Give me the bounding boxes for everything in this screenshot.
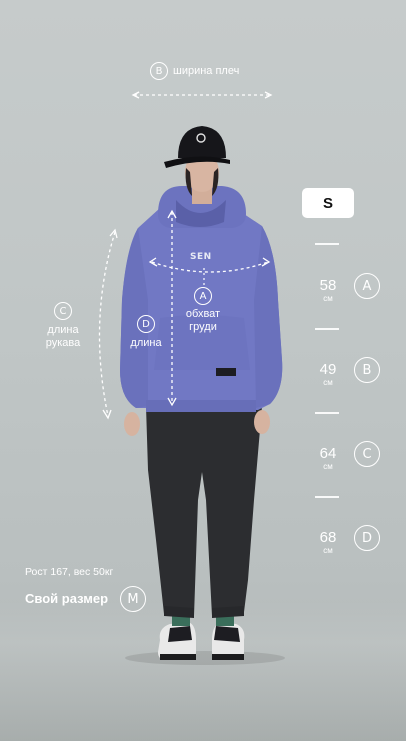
measurement-unit: см xyxy=(323,546,333,555)
measurement-unit: см xyxy=(323,378,333,387)
divider xyxy=(315,328,339,330)
own-size-button[interactable]: Свой размер xyxy=(25,591,108,606)
chest-girth-label-line2: груди xyxy=(189,321,217,333)
measurement-number: 68 xyxy=(319,529,337,546)
divider xyxy=(315,496,339,498)
model-height-weight: Рост 167, вес 50кг xyxy=(25,566,114,578)
sleeve-length-label-line1: длина xyxy=(47,324,79,336)
divider xyxy=(315,243,339,245)
measurement-d-letter-icon: D xyxy=(354,525,380,551)
shoulder-width-letter-icon: B xyxy=(150,62,168,80)
body-length-arrow xyxy=(167,209,177,407)
measurement-number: 64 xyxy=(319,445,337,462)
body-length-label: длина xyxy=(130,337,162,349)
hoodie-print-text: SEN xyxy=(190,252,212,262)
chest-girth-letter-icon: A xyxy=(194,287,212,305)
size-selector-button[interactable]: S xyxy=(302,188,354,218)
measurement-lines xyxy=(98,91,273,420)
sleeve-length-letter-icon: C xyxy=(54,302,72,320)
shoulder-width-label: ширина плеч xyxy=(173,65,240,77)
measurement-number: 49 xyxy=(319,361,337,378)
own-size-letter-icon[interactable]: M xyxy=(120,586,146,612)
measurement-b-letter-icon: B xyxy=(354,357,380,383)
measurement-unit: см xyxy=(323,462,333,471)
divider xyxy=(315,412,339,414)
measurement-c-value: 64 см xyxy=(313,445,343,472)
body-length-letter-icon: D xyxy=(137,315,155,333)
measurement-unit: см xyxy=(323,294,333,303)
measurement-c-letter-icon: C xyxy=(354,441,380,467)
measurement-a-letter-icon: A xyxy=(354,273,380,299)
sleeve-length-label-line2: рукава xyxy=(45,337,81,349)
measurement-a-value: 58 см xyxy=(313,277,343,304)
sleeve-length-arrow xyxy=(98,228,118,420)
chest-girth-label-line1: обхват xyxy=(185,308,221,320)
measurement-b-value: 49 см xyxy=(313,361,343,388)
measurement-number: 58 xyxy=(319,277,337,294)
size-guide-screen: SEN B ширина плеч C длина рукава A обхва… xyxy=(0,0,406,741)
measurement-d-value: 68 см xyxy=(313,529,343,556)
shoulder-width-arrow xyxy=(131,91,273,99)
